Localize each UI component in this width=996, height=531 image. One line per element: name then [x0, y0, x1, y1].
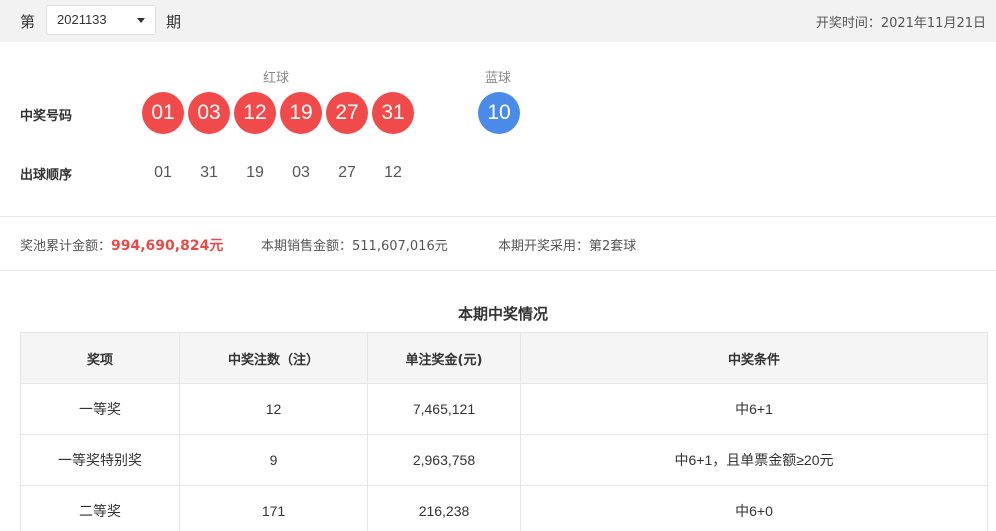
draw-order-label: 出球顺序 — [20, 168, 73, 183]
prize-section-title: 本期中奖情况 — [457, 305, 548, 323]
draw-order-number: 27 — [338, 164, 356, 181]
jackpot-pool-label: 奖池累计金额： — [20, 239, 112, 254]
sales-amount-label: 本期销售金额： — [261, 239, 353, 254]
ball-set: 本期开奖采用：第2套球 — [498, 235, 636, 254]
draw-date: 开奖时间：2021年11月21日 — [815, 16, 986, 31]
red-ball: 27 — [326, 92, 368, 134]
blue-ball: 10 — [478, 92, 520, 134]
red-ball: 31 — [372, 92, 414, 134]
ball-set-value: 第2套球 — [589, 239, 637, 254]
prize-amount-cell: 2,963,758 — [367, 434, 521, 486]
table-row: 二等奖 171 216,238 中6+0 — [20, 485, 988, 531]
winner-count-cell: 171 — [179, 485, 368, 531]
jackpot-pool: 奖池累计金额：994,690,824元 — [20, 235, 223, 255]
draw-order-number: 19 — [246, 164, 264, 181]
table-header-row: 奖项 中奖注数（注） 单注奖金(元) 中奖条件 — [20, 332, 988, 384]
sales-amount-value: 511,607,016元 — [352, 239, 448, 254]
red-ball: 19 — [280, 92, 322, 134]
prize-condition-cell: 中6+0 — [520, 485, 988, 531]
issue-prefix-label: 第 — [20, 13, 36, 31]
prize-condition-cell: 中6+1 — [520, 383, 988, 435]
winner-count-cell: 9 — [179, 434, 368, 486]
prize-amount-cell: 216,238 — [367, 485, 521, 531]
draw-order-number: 31 — [200, 164, 218, 181]
prize-name-cell: 二等奖 — [20, 485, 180, 531]
draw-order-number: 03 — [292, 164, 310, 181]
column-header: 单注奖金(元) — [367, 332, 521, 384]
table-row: 一等奖 12 7,465,121 中6+1 — [20, 383, 988, 435]
red-ball: 03 — [188, 92, 230, 134]
prize-name-cell: 一等奖 — [20, 383, 180, 435]
table-row: 一等奖特别奖 9 2,963,758 中6+1，且单票金额≥20元 — [20, 434, 988, 486]
blue-ball-heading: 蓝球 — [485, 71, 512, 86]
divider — [0, 270, 996, 271]
red-ball: 12 — [234, 92, 276, 134]
issue-select[interactable]: 2021133 — [46, 5, 156, 35]
draw-order-number: 01 — [154, 164, 172, 181]
jackpot-pool-value: 994,690,824元 — [111, 238, 224, 254]
sales-amount: 本期销售金额：511,607,016元 — [261, 235, 448, 254]
column-header: 中奖条件 — [520, 332, 988, 384]
red-ball-heading: 红球 — [263, 71, 290, 86]
caret-down-icon — [137, 18, 145, 23]
issue-suffix-label: 期 — [166, 13, 182, 31]
red-ball: 01 — [142, 92, 184, 134]
draw-order-number: 12 — [384, 164, 402, 181]
prize-name-cell: 一等奖特别奖 — [20, 434, 180, 486]
column-header: 中奖注数（注） — [179, 332, 368, 384]
ball-set-label: 本期开奖采用： — [498, 239, 590, 254]
prize-condition-cell: 中6+1，且单票金额≥20元 — [520, 434, 988, 486]
winner-count-cell: 12 — [179, 383, 368, 435]
prize-amount-cell: 7,465,121 — [367, 383, 521, 435]
issue-bar: 第 2021133 期 开奖时间：2021年11月21日 — [0, 0, 996, 42]
divider — [0, 216, 996, 217]
column-header: 奖项 — [20, 332, 180, 384]
winning-numbers-label: 中奖号码 — [20, 109, 73, 124]
issue-select-value: 2021133 — [57, 12, 107, 27]
prize-table: 奖项 中奖注数（注） 单注奖金(元) 中奖条件 一等奖 12 7,465,121… — [20, 332, 988, 531]
